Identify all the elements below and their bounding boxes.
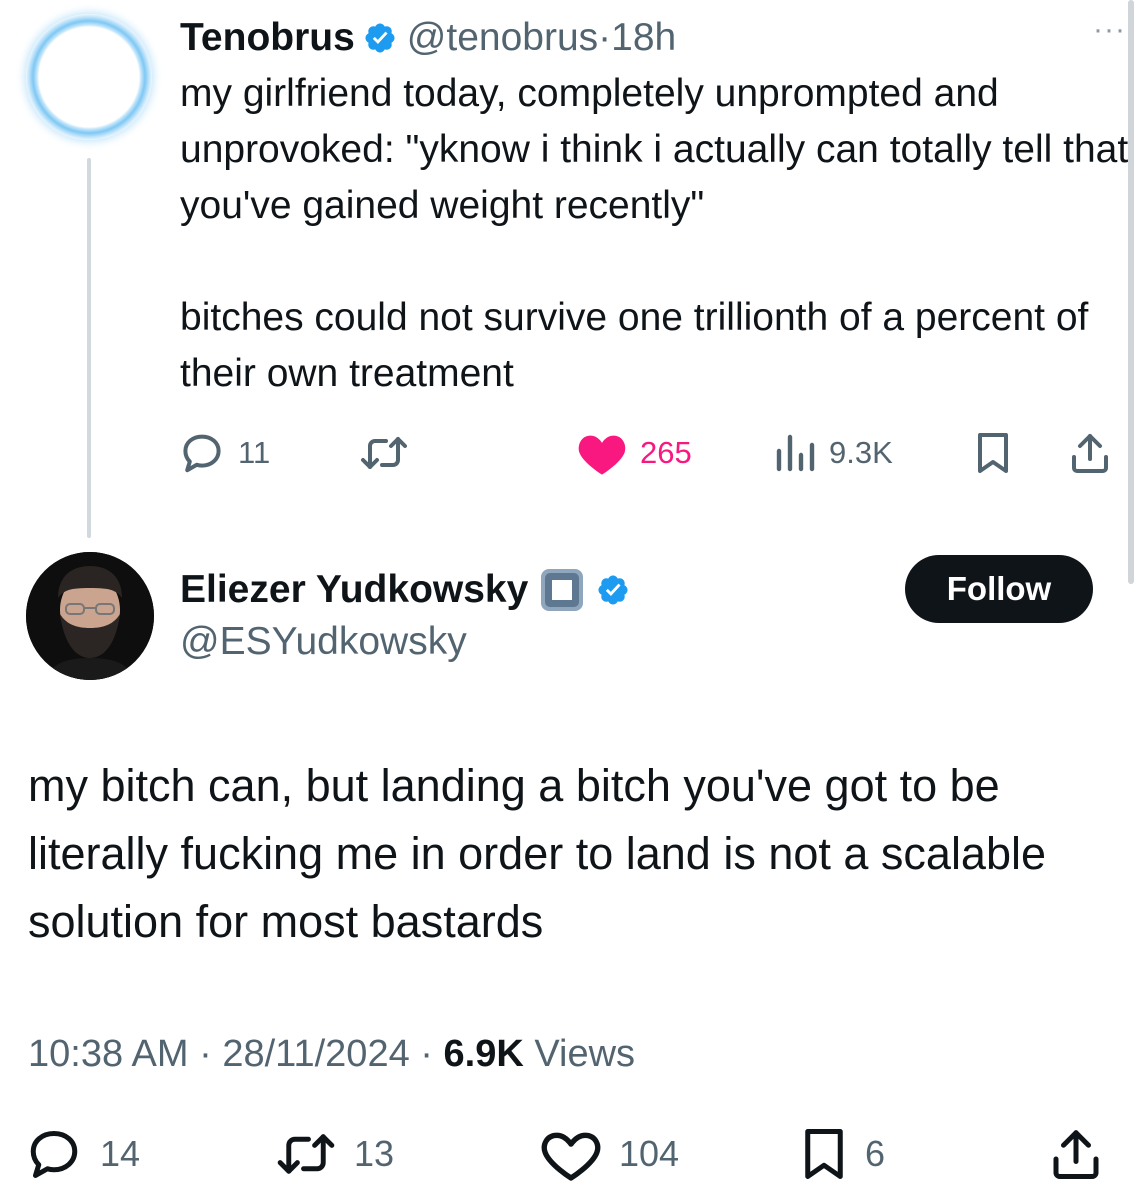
like-button[interactable]: 104	[539, 1122, 679, 1186]
bookmark-count: 6	[865, 1133, 886, 1174]
meta-separator: ·	[420, 1033, 433, 1075]
bookmark-icon	[978, 433, 1008, 473]
heart-outline-icon	[541, 1132, 601, 1181]
follow-button[interactable]: Follow	[905, 555, 1093, 623]
main-tweet-text: my bitch can, but landing a bitch you've…	[28, 752, 1118, 956]
parent-bookmark-button[interactable]	[973, 425, 1013, 481]
share-icon	[1053, 1130, 1099, 1179]
repost-icon	[277, 1134, 335, 1174]
analytics-icon	[776, 434, 815, 472]
repost-icon	[361, 437, 407, 469]
bookmark-icon	[805, 1129, 843, 1179]
main-action-bar: 14 13 104 6	[24, 1122, 1124, 1186]
parent-views-button[interactable]: 9.3K	[773, 425, 893, 481]
like-count: 104	[619, 1133, 680, 1174]
parent-reply-button[interactable]: 11	[178, 425, 270, 481]
meta-separator: ·	[199, 1033, 212, 1075]
tweet-time[interactable]: 10:38 AM	[28, 1033, 189, 1075]
parent-handle[interactable]: @tenobrus	[407, 16, 598, 60]
parent-like-button[interactable]: 265	[576, 425, 692, 481]
author-name-row: Eliezer Yudkowsky	[180, 562, 640, 618]
parent-tweet-text: my girlfriend today, completely unprompt…	[180, 66, 1130, 402]
tweet-metadata: 10:38 AM · 28/11/2024 · 6.9K Views	[28, 1026, 635, 1082]
main-text-paragraph: my bitch can, but landing a bitch you've…	[28, 760, 1047, 947]
more-dots-icon[interactable]: ···	[1093, 15, 1126, 45]
scrollbar[interactable]	[1128, 0, 1134, 584]
parent-share-button[interactable]	[1068, 425, 1112, 481]
heart-filled-icon	[578, 435, 626, 475]
header-separator: ·	[598, 16, 612, 59]
reply-icon	[30, 1131, 78, 1178]
parent-tweet-header: Tenobrus @tenobrus · 18h	[180, 12, 676, 64]
parent-timestamp[interactable]: 18h	[611, 16, 676, 60]
parent-views-count: 9.3K	[829, 435, 893, 470]
reply-button[interactable]: 14	[24, 1122, 140, 1186]
author-avatar[interactable]	[26, 552, 154, 680]
tweet-date[interactable]: 28/11/2024	[222, 1033, 409, 1075]
parent-text-paragraph-1: my girlfriend today, completely unprompt…	[180, 72, 1129, 227]
author-display-name[interactable]: Eliezer Yudkowsky	[180, 568, 528, 612]
repost-button[interactable]: 13	[274, 1122, 394, 1186]
reply-count: 14	[100, 1133, 141, 1174]
parent-reply-count: 11	[238, 435, 271, 470]
verified-badge-icon	[596, 573, 630, 607]
bookmark-button[interactable]: 6	[799, 1122, 885, 1186]
views-count[interactable]: 6.9K	[444, 1033, 524, 1075]
repost-count: 13	[354, 1133, 395, 1174]
views-label: Views	[534, 1033, 636, 1075]
parent-text-paragraph-2: bitches could not survive one trillionth…	[180, 296, 1089, 395]
parent-avatar[interactable]	[26, 14, 152, 140]
author-handle[interactable]: @ESYudkowsky	[180, 616, 467, 668]
white-square-emoji-icon	[540, 568, 584, 612]
parent-display-name[interactable]: Tenobrus	[180, 16, 355, 60]
share-button[interactable]	[1048, 1122, 1104, 1186]
verified-badge-icon	[363, 21, 397, 55]
reply-icon	[183, 434, 221, 473]
parent-action-bar: 11 265 9.3K	[178, 425, 1118, 481]
thread-connector-line	[87, 158, 91, 538]
parent-like-count: 265	[640, 435, 692, 470]
share-icon	[1072, 434, 1108, 473]
parent-repost-button[interactable]	[358, 425, 422, 481]
